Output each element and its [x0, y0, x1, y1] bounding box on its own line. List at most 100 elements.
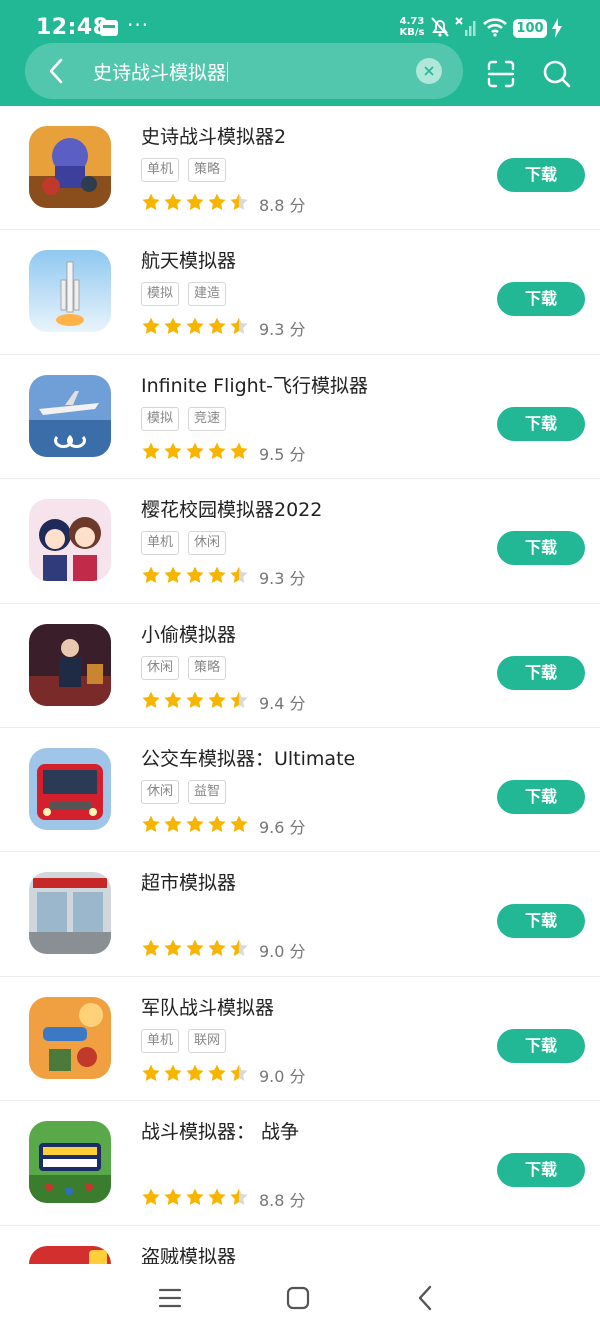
category-tag: 策略	[188, 158, 227, 182]
search-bar[interactable]: 史诗战斗模拟器	[25, 43, 463, 99]
app-icon[interactable]	[29, 623, 111, 706]
download-button[interactable]: 下载	[497, 282, 585, 317]
star-icon	[186, 193, 204, 210]
star-icon	[142, 1188, 160, 1206]
app-icon[interactable]	[29, 374, 111, 457]
star-icon	[208, 691, 226, 708]
app-rating: 9.6 分	[141, 814, 306, 837]
status-bar: 12:48 ··· 4.73 KB/s 100	[0, 0, 600, 46]
star-icon	[230, 815, 248, 832]
bell-muted-icon	[431, 17, 449, 37]
app-tags: 休闲 策略	[141, 655, 235, 681]
app-rating: 9.3 分	[141, 316, 306, 339]
app-title[interactable]: 军队战斗模拟器	[141, 993, 274, 1020]
nav-back-icon[interactable]	[414, 1284, 438, 1312]
star-icon	[230, 317, 248, 335]
rating-score: 9.3 分	[259, 320, 306, 340]
app-title[interactable]: 战斗模拟器： 战争	[141, 1117, 299, 1144]
app-rating: 9.0 分	[141, 1063, 306, 1086]
star-rating	[141, 1187, 251, 1211]
star-rating	[141, 938, 251, 962]
app-icon[interactable]	[29, 499, 111, 582]
download-button[interactable]: 下载	[497, 406, 585, 441]
category-tag: 单机	[141, 531, 180, 556]
text-cursor	[227, 62, 229, 82]
app-list-item[interactable]: 军队战斗模拟器 单机 联网 9.0 分 下载	[0, 977, 600, 1102]
scan-icon[interactable]	[486, 59, 516, 89]
star-icon	[230, 691, 248, 708]
star-rating	[141, 1063, 251, 1087]
app-list-item[interactable]: 史诗战斗模拟器2 单机 策略 8.8 分 下载	[0, 106, 600, 231]
search-results-list[interactable]: 史诗战斗模拟器2 单机 策略 8.8 分下载 航天模拟器 模拟 建造 9.3 分下载 Infin…	[0, 106, 600, 1264]
app-title[interactable]: 公交车模拟器：Ultimate	[141, 744, 355, 771]
app-title[interactable]: 史诗战斗模拟器2	[141, 122, 286, 149]
app-list-item[interactable]: 超市模拟器 9.0 分 下载	[0, 852, 600, 977]
app-title[interactable]: 盗贼模拟器	[141, 1242, 236, 1264]
download-button[interactable]: 下载	[497, 1153, 585, 1188]
app-title[interactable]: 超市模拟器	[141, 868, 236, 895]
app-title[interactable]: 航天模拟器	[141, 246, 236, 273]
rating-score: 9.3 分	[259, 569, 306, 589]
app-tags: 单机 联网	[141, 1028, 235, 1054]
rating-score: 9.5 分	[259, 444, 306, 464]
download-button[interactable]: 下载	[497, 655, 585, 690]
star-icon	[186, 1064, 204, 1081]
star-icon	[164, 317, 182, 335]
rating-score: 9.0 分	[259, 942, 306, 962]
app-icon[interactable]	[29, 126, 111, 208]
star-rating	[141, 690, 251, 714]
star-icon	[164, 815, 182, 832]
app-list-item[interactable]: 公交车模拟器：Ultimate 休闲 益智 9.6 分 下载	[0, 728, 600, 853]
app-list-item[interactable]: 樱花校园模拟器2022 单机 休闲 9.3 分 下载	[0, 479, 600, 604]
star-icon	[142, 193, 160, 210]
app-list-item[interactable]: Infinite Flight-飞行模拟器 模拟 竞速 9.5 分 下载	[0, 355, 600, 480]
app-list-item[interactable]: 航天模拟器 模拟 建造 9.3 分 下载	[0, 230, 600, 355]
app-icon[interactable]	[29, 1121, 111, 1204]
download-button[interactable]: 下载	[497, 1028, 585, 1063]
app-list-item[interactable]: 战斗模拟器： 战争 8.8 分 下载	[0, 1101, 600, 1226]
download-button[interactable]: 下载	[497, 531, 585, 566]
menu-icon[interactable]	[158, 1286, 182, 1310]
app-title[interactable]: 樱花校园模拟器2022	[141, 495, 322, 522]
download-button[interactable]: 下载	[497, 158, 585, 192]
home-icon[interactable]	[286, 1286, 310, 1310]
app-title[interactable]: 小偷模拟器	[141, 620, 236, 647]
search-query: 史诗战斗模拟器	[93, 62, 227, 84]
star-rating	[141, 814, 251, 838]
star-icon	[208, 1188, 226, 1206]
app-rating: 9.0 分	[141, 938, 306, 961]
app-rating: 8.8 分	[141, 192, 306, 215]
download-button[interactable]: 下载	[497, 904, 585, 939]
star-icon	[230, 1188, 248, 1206]
back-arrow-icon[interactable]	[45, 57, 69, 85]
network-speed-value: 4.73	[399, 16, 425, 27]
more-notifications-icon: ···	[127, 13, 150, 37]
star-rating	[141, 565, 251, 589]
search-icon[interactable]	[542, 59, 572, 89]
category-tag: 休闲	[188, 531, 227, 556]
star-icon	[186, 691, 204, 708]
rating-score: 8.8 分	[259, 196, 306, 215]
app-icon[interactable]	[29, 872, 111, 955]
app-icon[interactable]	[29, 1245, 111, 1264]
app-icon[interactable]	[29, 747, 111, 830]
category-tag: 建造	[188, 282, 227, 307]
star-icon	[164, 1064, 182, 1081]
star-icon	[208, 442, 226, 459]
app-icon[interactable]	[29, 250, 111, 333]
rating-score: 9.6 分	[259, 817, 306, 837]
star-icon	[142, 691, 160, 708]
download-button[interactable]: 下载	[497, 779, 585, 814]
app-list-item[interactable]: 盗贼模拟器下载	[0, 1226, 600, 1264]
rating-score: 9.4 分	[259, 693, 306, 713]
app-icon[interactable]	[29, 996, 111, 1079]
category-tag: 休闲	[141, 655, 180, 680]
star-icon	[164, 442, 182, 459]
system-nav-bar	[0, 1264, 600, 1333]
app-list-item[interactable]: 小偷模拟器休闲 策略 9.4 分 下载	[0, 604, 600, 728]
star-icon	[230, 939, 248, 957]
clear-search-button[interactable]	[416, 58, 442, 84]
search-input[interactable]: 史诗战斗模拟器	[93, 58, 229, 85]
network-speed-unit: KB/s	[399, 27, 425, 38]
app-title[interactable]: Infinite Flight-飞行模拟器	[141, 371, 368, 398]
